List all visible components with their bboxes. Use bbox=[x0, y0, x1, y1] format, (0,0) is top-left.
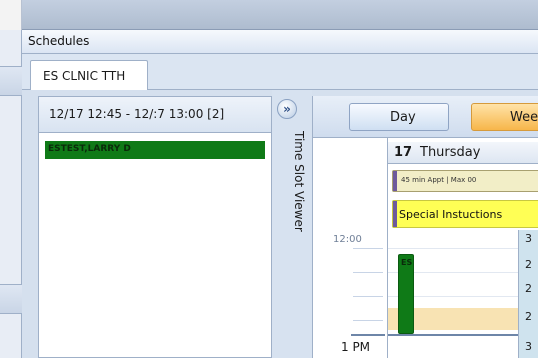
tab-clinic-label: ES CLNIC TTH bbox=[43, 69, 126, 83]
top-window-bar bbox=[0, 0, 538, 30]
day-number: 17 bbox=[394, 145, 413, 160]
chevron-right-icon: » bbox=[283, 102, 291, 116]
schedules-title-bar: Schedules bbox=[22, 30, 538, 54]
slot-count-column: 3 2 2 2 3 bbox=[518, 230, 538, 358]
tab-clinic[interactable]: ES CLNIC TTH bbox=[30, 60, 148, 91]
slot-count: 3 bbox=[525, 232, 532, 245]
day-view-label: Day bbox=[390, 110, 416, 125]
time-slot-panel: 12/17 12:45 - 12/:7 13:00 [2] ESTEST,LAR… bbox=[38, 96, 272, 358]
appointment-label: ES bbox=[401, 258, 413, 267]
time-slot-viewer-label: Time Slot Viewer bbox=[292, 131, 306, 232]
appointment-type-label: 45 min Appt | Max 00 bbox=[401, 176, 477, 184]
day-name: Thursday bbox=[420, 145, 481, 160]
time-tick bbox=[353, 272, 383, 273]
expand-arrow-button[interactable]: » bbox=[277, 99, 297, 119]
grid-line bbox=[388, 248, 538, 249]
time-label-noon: 12:00 bbox=[333, 234, 362, 245]
time-tick bbox=[353, 248, 383, 249]
hour-divider bbox=[351, 334, 385, 336]
time-label-1pm: 1 PM bbox=[341, 340, 371, 354]
appointment-type-band[interactable]: 45 min Appt | Max 00 bbox=[392, 170, 538, 192]
slot-count: 2 bbox=[525, 310, 532, 323]
left-strip-band-bottom[interactable] bbox=[0, 284, 22, 314]
day-view-button[interactable]: Day bbox=[349, 103, 449, 131]
week-view-label: Week bbox=[510, 110, 538, 125]
week-view-button[interactable]: Week bbox=[471, 103, 538, 131]
slot-header-text: 12/17 12:45 - 12/:7 13:00 [2] bbox=[49, 107, 225, 121]
special-instructions-band[interactable]: Special Instuctions bbox=[392, 200, 538, 228]
left-strip-band-top[interactable] bbox=[0, 66, 22, 96]
top-left-corner bbox=[0, 0, 22, 30]
special-instructions-label: Special Instuctions bbox=[399, 208, 503, 221]
day-header[interactable]: 17 Thursday bbox=[388, 142, 538, 164]
band-edge bbox=[393, 201, 397, 227]
hour-grid-line bbox=[388, 334, 538, 336]
slot-header: 12/17 12:45 - 12/:7 13:00 [2] bbox=[39, 97, 271, 133]
window-title: Schedules bbox=[28, 34, 90, 48]
time-tick bbox=[353, 296, 383, 297]
time-tick bbox=[353, 320, 383, 321]
calendar-view: Day Week 12:00 1 PM 17 Thursday 45 min A… bbox=[312, 96, 538, 358]
slot-patient-name: ESTEST,LARRY D bbox=[48, 144, 131, 154]
slot-count: 2 bbox=[525, 282, 532, 295]
time-column: 12:00 1 PM bbox=[313, 138, 385, 358]
tab-strip: ES CLNIC TTH bbox=[22, 54, 538, 91]
slot-count: 3 bbox=[525, 340, 532, 353]
slot-patient-item[interactable]: ESTEST,LARRY D bbox=[45, 141, 265, 159]
slot-count: 2 bbox=[525, 258, 532, 271]
band-edge bbox=[393, 171, 397, 191]
appointment-block[interactable]: ES bbox=[398, 254, 414, 334]
left-navigation-strip bbox=[0, 30, 22, 358]
view-switcher: Day Week bbox=[313, 96, 538, 138]
day-column: 17 Thursday 45 min Appt | Max 00 Special… bbox=[387, 138, 538, 358]
